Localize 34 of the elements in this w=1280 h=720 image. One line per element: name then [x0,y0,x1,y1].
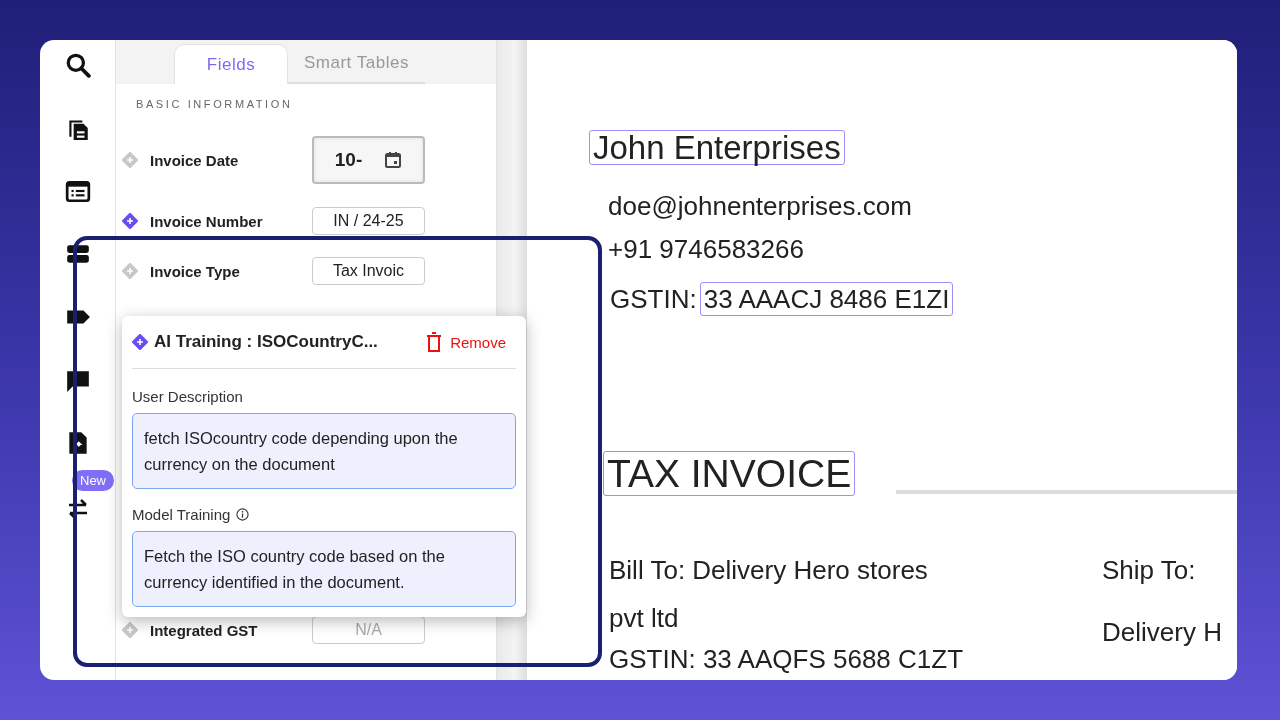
field-label: Invoice Type [150,262,241,280]
company-name: John Enterprises [589,130,845,165]
section-title: BASIC INFORMATION [135,97,294,112]
gstin-label: GSTIN: [610,283,697,315]
ship-to-text: Delivery H [1102,616,1222,648]
info-icon [236,507,250,521]
description-field[interactable]: fetch ISOcountry code depending upon the currency on the document [132,413,516,489]
value-field[interactable]: IN / 24-25 [312,207,425,235]
gstin-value: 33 AAACJ 8486 E1ZI [699,282,954,316]
trash-icon [426,332,443,352]
field-label: Invoice Number [150,212,264,230]
invoice-title: TAX INVOICE [603,451,856,496]
search-icon[interactable] [64,52,91,78]
bill-to-text: pvt ltd [609,602,680,634]
bill-to-text: Bill To: Delivery Hero stores [609,554,929,586]
email-text: doe@johnenterprises.com [608,190,913,222]
date-field[interactable]: 10- [312,136,425,184]
field-label: Integrated GST [150,621,259,639]
tab[interactable]: Fields [174,44,288,84]
sparkle-diamond-icon [132,334,148,350]
phone-text: +91 9746583266 [608,233,805,265]
field-label: Invoice Date [150,151,240,169]
field-label: Model Training [132,505,231,523]
bill-to-text: GSTIN: 33 AAQFS 5688 C1ZT [609,643,965,675]
value-field[interactable]: Tax Invoic [312,257,425,285]
value-field[interactable]: N/A [312,616,425,644]
training-field[interactable]: Fetch the ISO country code based on the currency identified in the document. [132,531,516,607]
swap-arrows-icon[interactable] [66,498,90,520]
list-window-icon[interactable] [64,178,91,204]
calendar-icon[interactable] [384,151,403,169]
field-label: User Description [132,387,243,405]
ship-to-text: Ship To: [1102,554,1197,586]
remove-button[interactable]: Remove [426,332,516,352]
popup-title: AI Training : ISOCountryC... [154,332,379,352]
